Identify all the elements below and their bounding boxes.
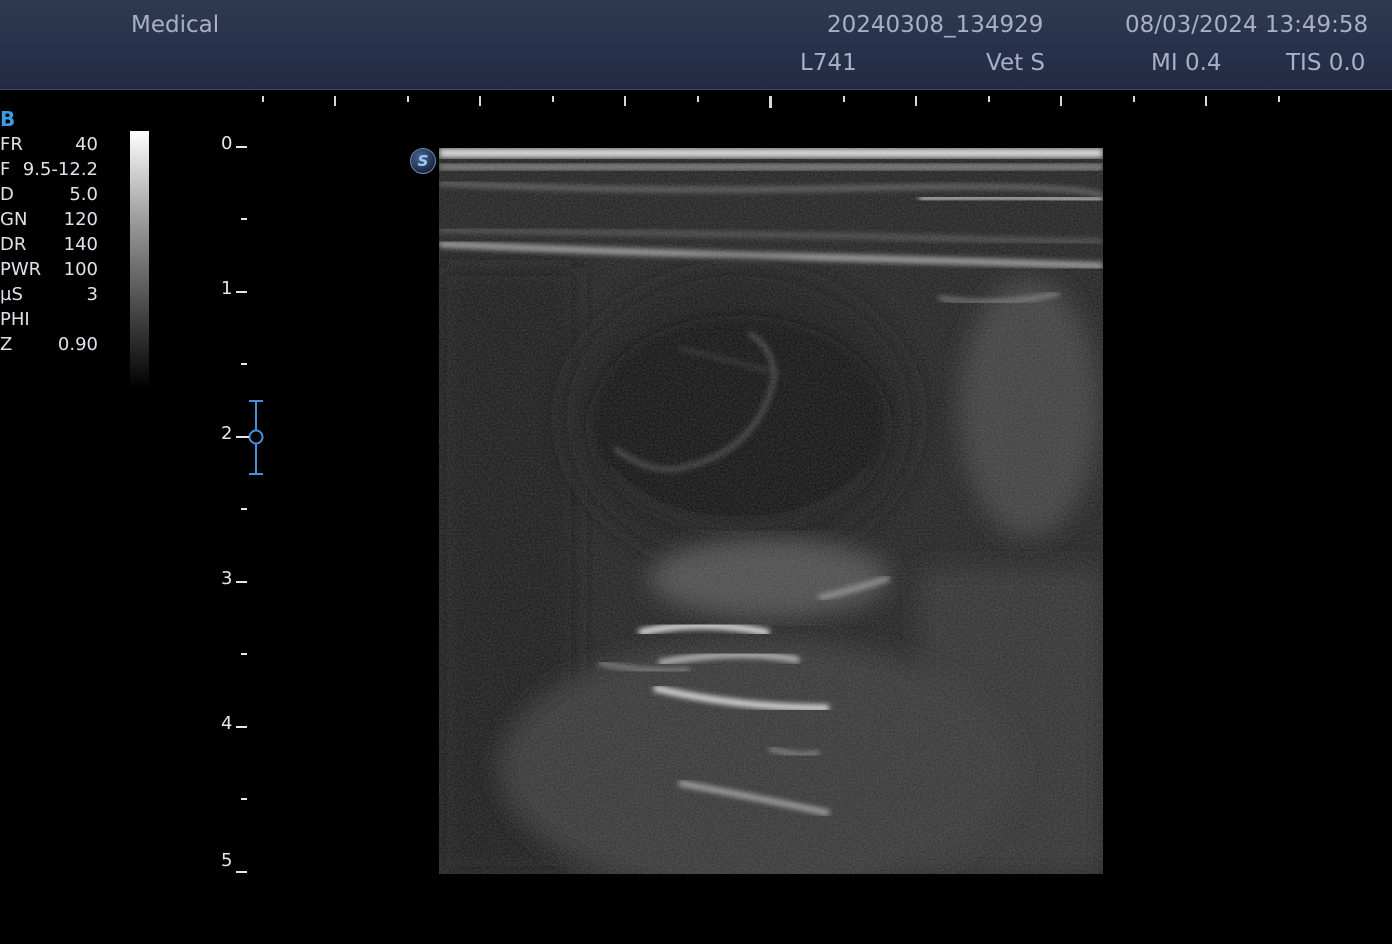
param-key: PHI xyxy=(0,309,30,330)
ruler-tick xyxy=(843,96,845,102)
ruler-tick xyxy=(915,96,917,106)
depth-tick xyxy=(241,798,247,800)
ruler-tick xyxy=(1205,96,1207,106)
ruler-tick xyxy=(262,96,264,102)
param-key: D xyxy=(0,184,14,205)
status-header: Medical 20240308_134929 08/03/2024 13:49… xyxy=(0,0,1392,90)
param-row: µS 3 xyxy=(0,282,100,307)
param-value: 40 xyxy=(75,134,98,155)
depth-label: 2 xyxy=(221,423,233,444)
ruler-tick xyxy=(1133,96,1135,102)
exam-id: 20240308_134929 xyxy=(827,12,1044,38)
param-key: GN xyxy=(0,209,28,230)
param-value: 0.90 xyxy=(57,334,98,355)
ultrasound-scan-graphic xyxy=(439,148,1103,874)
depth-tick xyxy=(236,726,247,728)
ultrasound-image xyxy=(439,148,1103,874)
ruler-tick xyxy=(624,96,626,106)
param-row: F 9.5-12.2 xyxy=(0,157,100,182)
ruler-tick xyxy=(1060,96,1062,106)
param-key: F xyxy=(0,159,11,180)
depth-tick xyxy=(236,146,247,148)
depth-label: 1 xyxy=(221,278,233,299)
depth-tick xyxy=(241,653,247,655)
ruler-tick xyxy=(1278,96,1280,102)
param-row: GN 120 xyxy=(0,207,100,232)
ruler-tick xyxy=(988,96,990,102)
ruler-tick xyxy=(334,96,336,106)
depth-label: 5 xyxy=(221,850,233,871)
param-key: µS xyxy=(0,284,23,305)
ruler-tick xyxy=(697,96,699,102)
depth-label: 4 xyxy=(221,713,233,734)
param-key: DR xyxy=(0,234,27,255)
param-key: Z xyxy=(0,334,13,355)
imaging-parameters: B FR 40 F 9.5-12.2 D 5.0 GN 120 DR 140 PWR 100… xyxy=(0,106,100,357)
param-row: Z 0.90 xyxy=(0,332,100,357)
param-key: PWR xyxy=(0,259,42,280)
imaging-mode: B xyxy=(0,107,16,131)
param-row: D 5.0 xyxy=(0,182,100,207)
param-value: 120 xyxy=(63,209,98,230)
exam-datetime: 08/03/2024 13:49:58 xyxy=(1125,12,1369,38)
lateral-ruler xyxy=(0,92,1392,110)
param-row: DR 140 xyxy=(0,232,100,257)
exam-preset: Vet S xyxy=(986,50,1046,76)
probe-name: L741 xyxy=(800,50,857,76)
depth-tick xyxy=(236,581,247,583)
depth-tick xyxy=(241,363,247,365)
param-value: 3 xyxy=(86,284,98,305)
thermal-index: TIS 0.0 xyxy=(1286,50,1366,76)
param-row: PHI xyxy=(0,307,100,332)
depth-tick xyxy=(241,508,247,510)
ruler-tick xyxy=(479,96,481,106)
depth-tick xyxy=(241,218,247,220)
param-row: PWR 100 xyxy=(0,257,100,282)
ruler-tick xyxy=(552,96,554,102)
depth-label: 3 xyxy=(221,568,233,589)
param-key: FR xyxy=(0,134,23,155)
mechanical-index: MI 0.4 xyxy=(1151,50,1222,76)
depth-label: 0 xyxy=(221,133,233,154)
ruler-tick xyxy=(407,96,409,102)
param-value: 5.0 xyxy=(69,184,98,205)
depth-tick xyxy=(236,291,247,293)
param-value: 9.5-12.2 xyxy=(22,159,98,180)
grayscale-bar xyxy=(130,131,149,389)
depth-tick xyxy=(236,871,247,873)
app-name: Medical xyxy=(131,12,220,38)
param-row: FR 40 xyxy=(0,132,100,157)
param-value: 100 xyxy=(63,259,98,280)
focus-marker-icon[interactable] xyxy=(246,400,266,476)
param-value: 140 xyxy=(63,234,98,255)
sono-badge-icon: S xyxy=(410,148,436,174)
ruler-tick xyxy=(769,96,772,108)
